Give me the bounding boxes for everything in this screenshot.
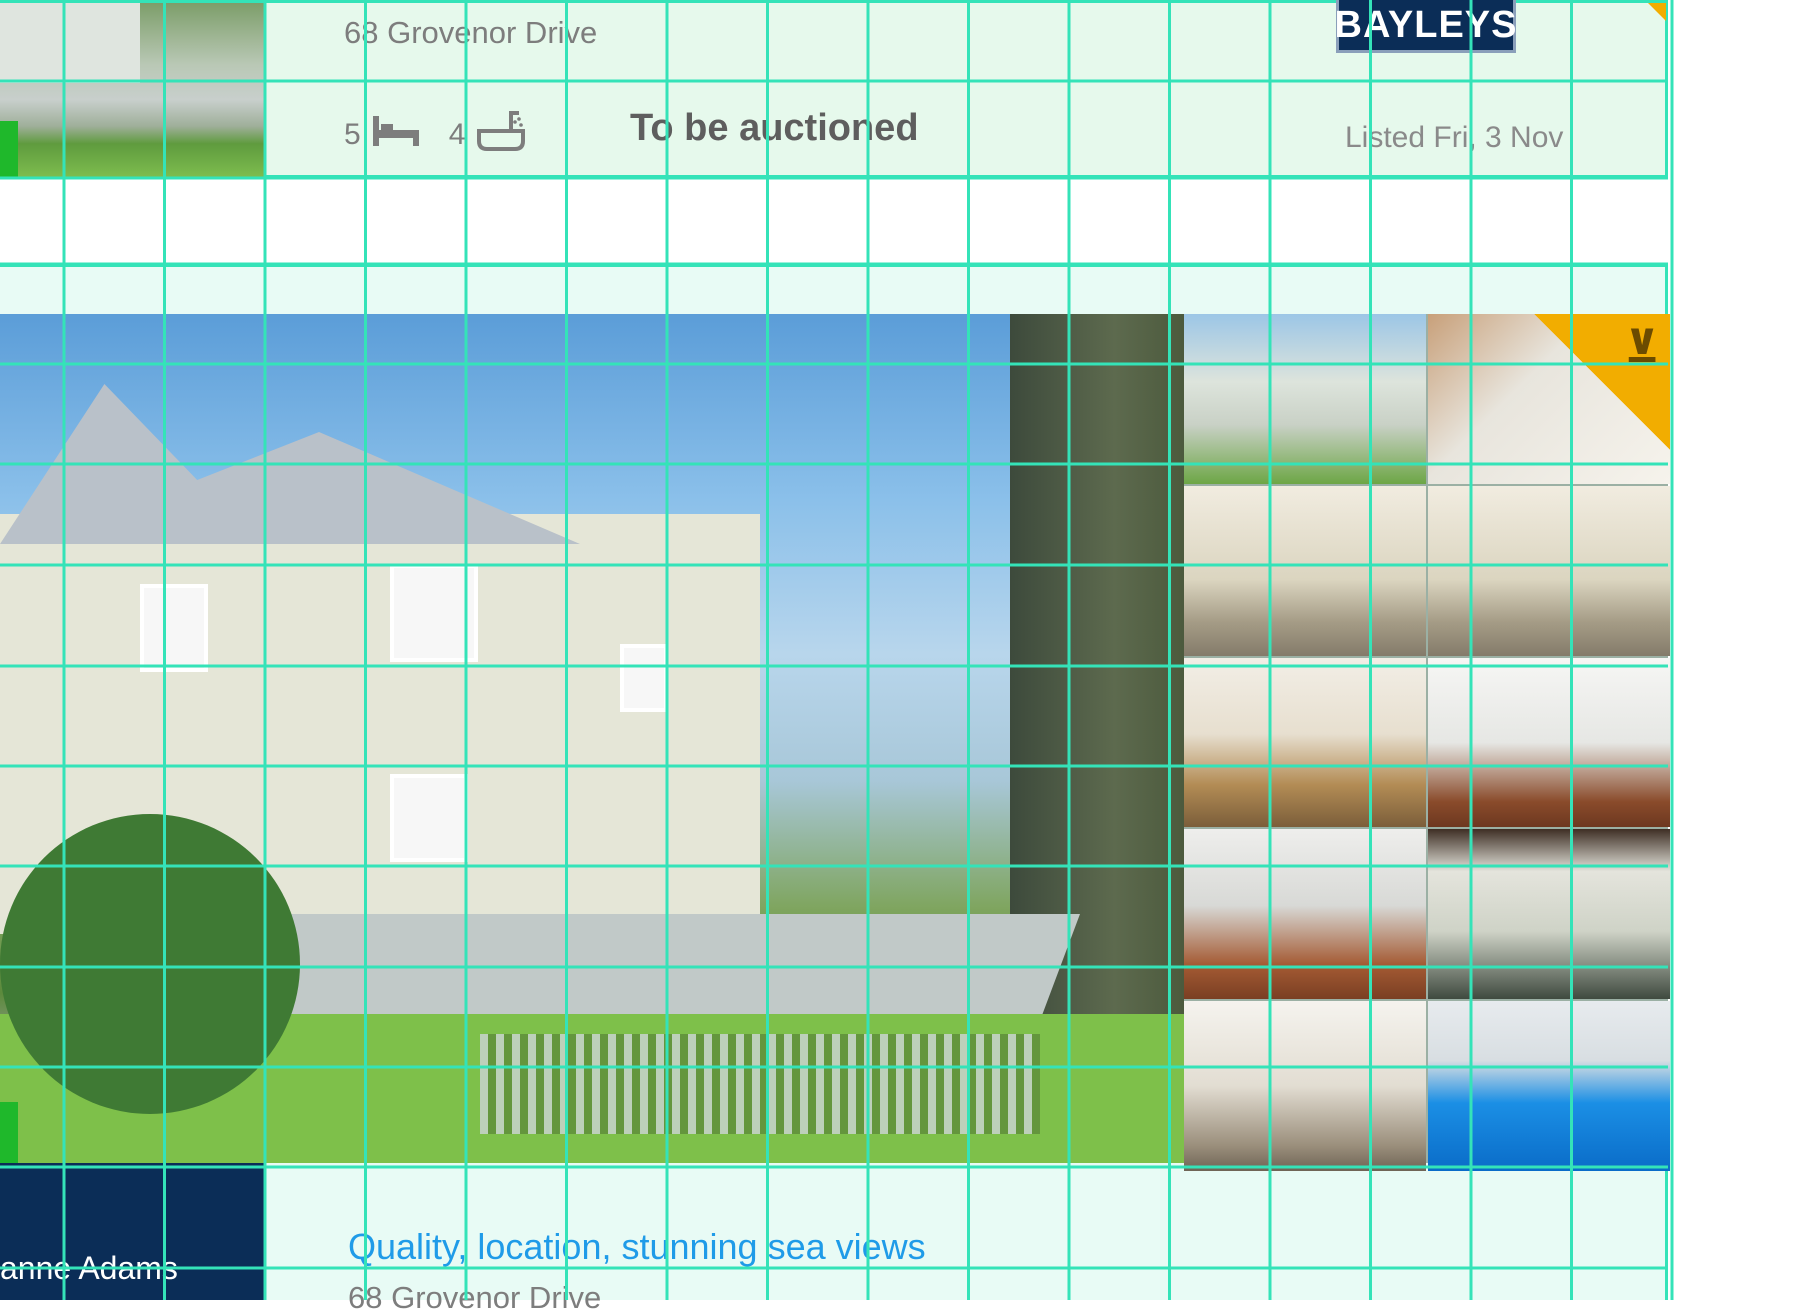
- window: [140, 584, 208, 672]
- bath-icon: [475, 107, 527, 163]
- corner-badge: [1648, 3, 1666, 21]
- agency-logo: BAYLEYS: [1335, 0, 1517, 53]
- window: [390, 774, 468, 862]
- thumbnail-kitchen[interactable]: [1428, 657, 1670, 828]
- listing-headline[interactable]: Quality, location, stunning sea views: [348, 1226, 926, 1268]
- listing-card-1[interactable]: 68 Grovenor Drive 5 4 To be auctioned BA…: [0, 0, 1668, 179]
- thumbnail-pool[interactable]: [1428, 1001, 1670, 1171]
- listing-2-address: 68 Grovenor Drive: [348, 1280, 602, 1315]
- photo-thumbnail-grid: ⊻: [1184, 314, 1670, 1171]
- bedroom-count: 5: [344, 118, 361, 151]
- thumbnail-exterior[interactable]: [1184, 314, 1426, 484]
- house-photo: [0, 3, 140, 83]
- listing-1-thumbnail[interactable]: [0, 3, 264, 179]
- listing-1-address: 68 Grovenor Drive: [344, 15, 598, 50]
- listing-2-main-photo[interactable]: [0, 314, 1184, 1163]
- thumbnail-dining[interactable]: [1428, 829, 1670, 1000]
- thumbnail-living-room-2[interactable]: [1428, 485, 1670, 656]
- thumbnail-family-room[interactable]: [1184, 1001, 1426, 1171]
- thumbnail-living-room[interactable]: [1184, 485, 1426, 656]
- grass-pavers: [480, 1034, 1040, 1134]
- new-listing-marker: [0, 1102, 18, 1163]
- thumbnail-kitchen-2[interactable]: [1184, 829, 1426, 1000]
- garden-bush: [0, 814, 300, 1114]
- thumbnail-bedroom[interactable]: ⊻: [1428, 314, 1670, 484]
- new-listing-marker: [0, 121, 18, 179]
- agency-badge-icon: ⊻: [1534, 314, 1670, 450]
- auction-status: To be auctioned: [630, 107, 919, 149]
- window: [390, 564, 478, 662]
- listing-1-features: 5 4: [344, 111, 527, 159]
- window: [620, 644, 668, 712]
- house-roof: [0, 384, 580, 544]
- agent-name: anne Adams: [0, 1250, 178, 1286]
- listed-date: Listed Fri, 3 Nov: [1345, 121, 1564, 154]
- bed-icon: [371, 114, 421, 156]
- bathroom-count: 4: [448, 118, 466, 151]
- thumbnail-lounge[interactable]: [1184, 657, 1426, 828]
